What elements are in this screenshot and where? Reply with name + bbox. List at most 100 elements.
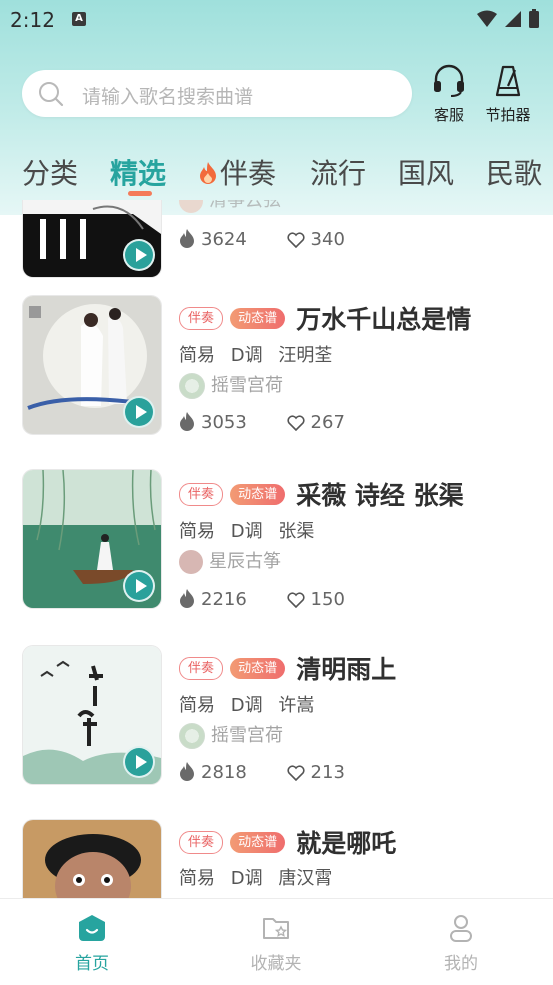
stats-row: 2216 150 [179,588,379,610]
search-placeholder: 请输入歌名搜索曲谱 [82,86,254,108]
key: D调 [230,868,263,889]
song-cover [23,470,161,608]
stats-row: 3624 340 [179,228,379,250]
search-bar[interactable]: 请输入歌名搜索曲谱 [22,70,412,117]
play-button[interactable] [123,239,155,271]
artist: 唐汉霄 [278,868,333,889]
headset-icon [434,64,464,97]
meta-row: 简易 D调 汪明荃 [179,341,342,367]
title-row: 伴奏 动态谱 清明雨上 [179,650,396,686]
title-row: 伴奏 动态谱 就是哪吒 [179,824,396,860]
play-count-value: 3053 [201,412,247,433]
like-count-value: 150 [310,589,345,610]
author-avatar [179,200,203,213]
home-icon [79,915,105,941]
tab-accompaniment-label: 伴奏 [220,157,277,190]
song-title: 就是哪吒 [296,829,397,858]
tab-accompaniment[interactable]: 伴奏 [198,152,276,192]
tab-featured[interactable]: 精选 [110,152,166,192]
song-cover [23,200,161,277]
fire-count-icon [180,412,194,431]
like-count[interactable]: 267 [287,412,345,433]
bottom-navigation: 首页 收藏夹 我的 [0,898,553,985]
author-row: 摇雪宫荷 [179,371,283,399]
tab-category[interactable]: 分类 [22,152,78,192]
nav-profile[interactable]: 我的 [401,913,521,974]
customer-service-button[interactable]: 客服 [427,64,471,125]
like-count-value: 267 [310,412,345,433]
play-button[interactable] [123,396,155,428]
author-avatar [179,723,205,749]
tab-folk[interactable]: 民歌 [486,152,542,192]
play-button[interactable] [123,570,155,602]
stats-row: 3053 267 [179,411,379,433]
accompaniment-badge: 伴奏 [179,482,224,506]
author-avatar [179,550,203,574]
artist: 许嵩 [278,695,315,716]
metronome-button[interactable]: 节拍器 [480,64,536,125]
title-row: 伴奏 动态谱 采薇 诗经 张渠 [179,476,464,512]
dynamic-score-badge: 动态谱 [230,831,286,853]
song-title: 清明雨上 [296,655,397,684]
author-name: 清筝云弦 [209,200,281,211]
heart-icon [287,415,305,432]
fire-icon [200,162,216,184]
tab-guofeng[interactable]: 国风 [398,152,454,192]
play-count-value: 2818 [201,762,247,783]
like-count-value: 340 [310,229,345,250]
author-row: 清筝云弦 [179,200,281,213]
author-name: 星辰古筝 [209,551,281,572]
accompaniment-badge: 伴奏 [179,306,224,330]
song-list: 清筝云弦 3624 340 伴奏 动态谱 万水千山总是情 简易 D调 汪明荃 摇… [0,200,553,898]
artist: 张渠 [278,521,315,542]
like-count[interactable]: 340 [287,229,345,250]
customer-service-label: 客服 [433,106,464,124]
meta-row: 简易 D调 张渠 [179,517,324,543]
like-count[interactable]: 150 [287,589,345,610]
play-count: 2216 [179,588,247,610]
meta-row: 简易 D调 唐汉霄 [179,864,342,890]
metronome-icon [495,65,521,97]
nav-favorites[interactable]: 收藏夹 [216,913,336,974]
title-row: 伴奏 动态谱 万水千山总是情 [179,300,471,336]
accompaniment-badge: 伴奏 [179,830,224,854]
author-row: 摇雪宫荷 [179,721,283,749]
author-name: 摇雪宫荷 [211,375,283,396]
play-button[interactable] [123,746,155,778]
play-count-value: 2216 [201,589,247,610]
tab-pop[interactable]: 流行 [310,152,366,192]
play-count: 2818 [179,761,247,783]
author-row: 星辰古筝 [179,547,281,574]
user-icon [450,915,472,942]
status-bar: 2:12 A [0,0,553,38]
song-title: 万水千山总是情 [296,305,472,334]
heart-icon [287,765,305,782]
key: D调 [230,521,263,542]
search-icon [39,82,64,107]
cover-art [23,820,161,898]
author-avatar [179,373,205,399]
notification-icon: A [72,12,86,26]
play-count: 3624 [179,228,247,250]
key: D调 [230,695,263,716]
nav-home[interactable]: 首页 [32,913,152,974]
accompaniment-badge: 伴奏 [179,656,224,680]
difficulty: 简易 [179,521,215,542]
dynamic-score-badge: 动态谱 [230,657,286,679]
song-title: 采薇 诗经 张渠 [296,481,464,510]
dynamic-score-badge: 动态谱 [230,483,286,505]
like-count[interactable]: 213 [287,762,345,783]
song-cover [23,646,161,784]
difficulty: 简易 [179,868,215,889]
category-tabs: 分类 精选 伴奏 流行 国风 民歌 [0,148,553,198]
key: D调 [230,345,263,366]
play-count: 3053 [179,411,247,433]
fire-count-icon [180,762,194,781]
difficulty: 简易 [179,345,215,366]
dynamic-score-badge: 动态谱 [230,307,286,329]
active-tab-indicator [128,191,152,196]
like-count-value: 213 [310,762,345,783]
meta-row: 简易 D调 许嵩 [179,691,324,717]
nav-home-label: 首页 [75,954,109,974]
nav-profile-label: 我的 [444,954,478,974]
